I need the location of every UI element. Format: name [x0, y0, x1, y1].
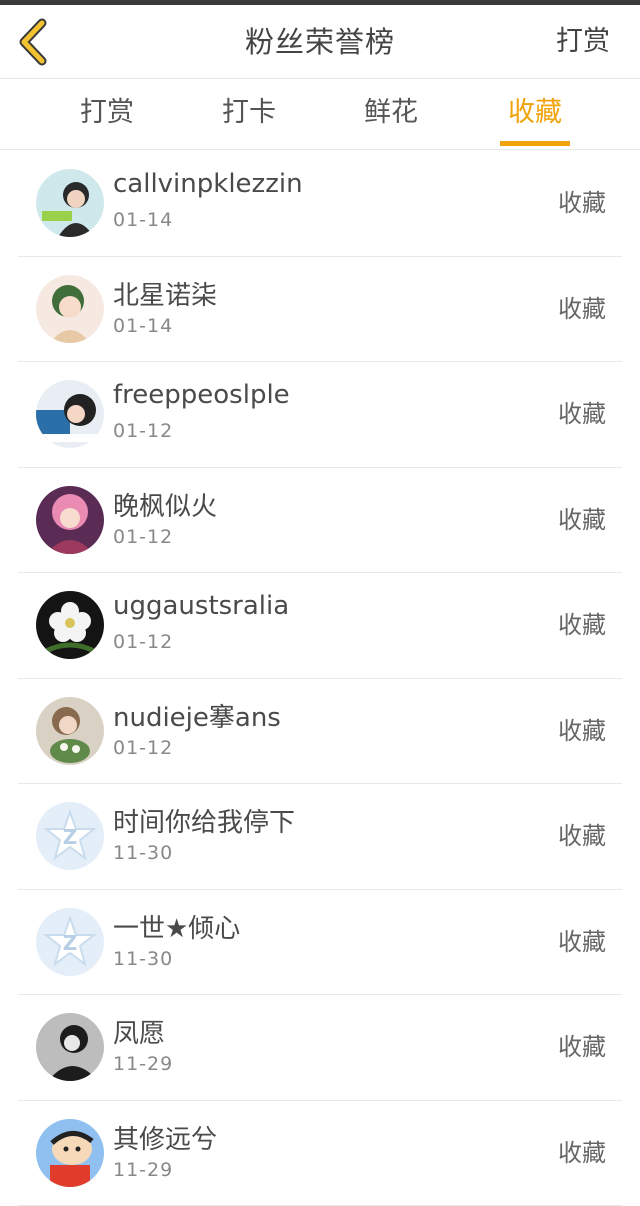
fan-action-label: 收藏	[558, 294, 606, 323]
fan-action-label: 收藏	[558, 611, 606, 639]
avatar	[36, 485, 104, 554]
fan-date: 01-14	[113, 314, 174, 337]
list-item[interactable]: 凤愿 11-29 收藏	[18, 995, 622, 1101]
fan-date: 11-29	[113, 1158, 174, 1181]
tab-bar: 打赏 打卡 鲜花 收藏	[0, 80, 640, 150]
avatar	[36, 1118, 104, 1187]
list-item[interactable]: uggaustsralia 01-12 收藏	[18, 573, 622, 679]
svg-text:Z: Z	[63, 825, 78, 849]
fan-action-label: 收藏	[558, 716, 606, 745]
fan-date: 11-29	[113, 1053, 174, 1075]
avatar	[36, 274, 104, 343]
avatar: Z	[36, 802, 104, 870]
fan-date: 01-14	[113, 209, 174, 231]
fan-date: 11-30	[113, 947, 174, 970]
fan-date: 01-12	[113, 736, 174, 759]
avatar	[36, 169, 104, 237]
fan-name: 北星诺柒	[113, 280, 218, 311]
list-item[interactable]: freeppeoslple 01-12 收藏	[18, 362, 622, 468]
header: 粉丝荣誉榜 打赏	[0, 5, 640, 79]
fan-name: 凤愿	[113, 1019, 166, 1049]
list-item[interactable]: 晚枫似火 01-12 收藏	[18, 468, 622, 573]
page-title: 粉丝荣誉榜	[244, 25, 395, 59]
fan-name: uggaustsralia	[113, 591, 290, 621]
avatar	[36, 1013, 104, 1081]
fan-name: freeppeoslple	[113, 380, 290, 410]
list-item[interactable]: callvinpklezzin 01-14 收藏	[18, 151, 622, 257]
fan-date: 01-12	[113, 525, 174, 548]
avatar	[36, 591, 104, 659]
tab-label: 打赏	[80, 97, 134, 128]
tab-label: 鲜花	[364, 97, 418, 128]
fan-action-label: 收藏	[558, 927, 606, 956]
fan-name: 晚枫似火	[113, 491, 218, 522]
fan-date: 11-30	[113, 842, 174, 864]
fan-action-label: 收藏	[558, 189, 606, 217]
svg-text:Z: Z	[63, 931, 78, 955]
fan-name: callvinpklezzin	[113, 169, 303, 199]
fan-action-label: 收藏	[558, 1033, 606, 1061]
fan-action-label: 收藏	[558, 400, 606, 428]
fan-action-label: 收藏	[558, 1138, 606, 1167]
fan-list: callvinpklezzin 01-14 收藏 北星诺柒 01-14 收藏 f…	[0, 151, 640, 1206]
active-tab-indicator	[500, 141, 570, 146]
reward-button[interactable]: 打赏	[556, 5, 610, 79]
list-item[interactable]: nudieje搴ans 01-12 收藏	[18, 679, 622, 784]
fan-action-label: 收藏	[558, 505, 606, 534]
fan-date: 01-12	[113, 631, 174, 653]
tab-flowers[interactable]: 鲜花	[356, 80, 426, 150]
tab-checkin[interactable]: 打卡	[214, 80, 284, 150]
tab-favorites[interactable]: 收藏	[500, 80, 570, 150]
fan-name: 时间你给我停下	[113, 808, 296, 838]
list-item[interactable]: 其修远兮 11-29 收藏	[18, 1101, 622, 1206]
tab-label: 打卡	[222, 97, 276, 128]
list-item[interactable]: Z 时间你给我停下 11-30 收藏	[18, 784, 622, 890]
list-item[interactable]: 北星诺柒 01-14 收藏	[18, 257, 622, 362]
avatar	[36, 380, 104, 448]
list-item[interactable]: Z 一世★倾心 11-30 收藏	[18, 890, 622, 995]
fan-action-label: 收藏	[558, 822, 606, 850]
tab-reward[interactable]: 打赏	[72, 80, 142, 150]
avatar	[36, 696, 104, 765]
fan-date: 01-12	[113, 420, 174, 442]
fan-name: 其修远兮	[113, 1124, 218, 1155]
avatar: Z	[36, 907, 104, 976]
tab-label: 收藏	[508, 97, 562, 128]
fan-name: nudieje搴ans	[113, 702, 281, 733]
fan-name: 一世★倾心	[113, 913, 241, 944]
